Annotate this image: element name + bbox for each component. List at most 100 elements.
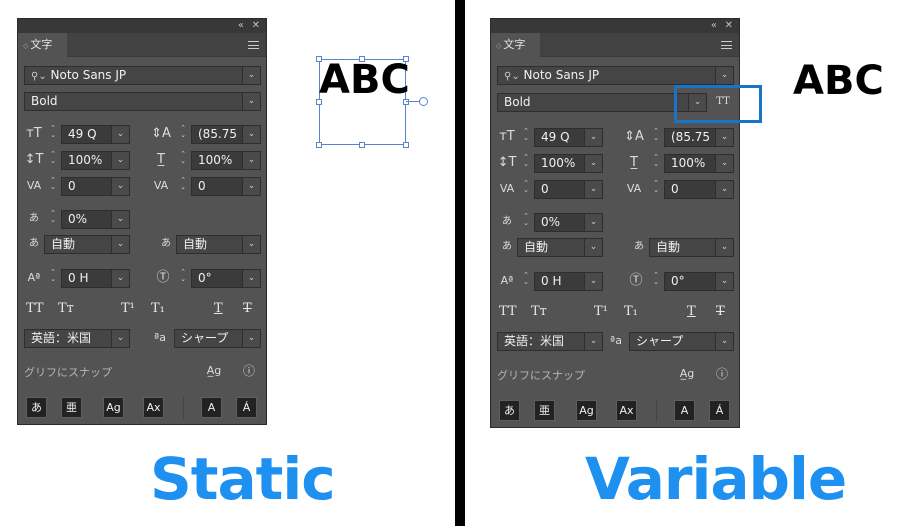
stepper-icon[interactable]: ⌃ ⌄ xyxy=(521,272,531,286)
font-family-field[interactable]: ⚲⌄ Noto Sans JP ⌄ xyxy=(497,66,734,85)
chevron-down-icon[interactable]: ⌄ xyxy=(242,270,260,287)
stepper-icon[interactable]: ⌃ ⌄ xyxy=(521,154,531,168)
chevron-down-icon[interactable]: ⌄ xyxy=(715,273,733,290)
chevron-down-icon[interactable]: ⌄ xyxy=(242,152,260,169)
rotation-handle[interactable] xyxy=(419,97,428,106)
leading-input[interactable]: (85.75 H ⌄ xyxy=(191,125,261,144)
character-glyph-button[interactable]: A xyxy=(674,400,695,421)
close-icon[interactable]: ✕ xyxy=(725,19,733,33)
stepper-icon[interactable]: ⌃ ⌄ xyxy=(178,151,188,165)
rotation-input[interactable]: 0° ⌄ xyxy=(664,272,734,291)
language-select[interactable]: 英語：米国 ⌄ xyxy=(497,332,603,351)
underline-button[interactable]: T xyxy=(687,304,696,319)
kerning-input[interactable]: 0 ⌄ xyxy=(61,177,130,196)
chevron-down-icon[interactable]: ⌄ xyxy=(111,270,129,287)
stepper-icon[interactable]: ⌃ ⌄ xyxy=(48,177,58,191)
chevron-down-icon[interactable]: ⌄ xyxy=(584,214,602,231)
chevron-down-icon[interactable]: ⌄ xyxy=(242,330,260,347)
glyph-snap-icon[interactable]: A̲g xyxy=(677,366,697,382)
proportional-metrics-button[interactable]: あ xyxy=(499,400,520,421)
stepper-icon[interactable]: ⌃ ⌄ xyxy=(178,125,188,139)
stepper-icon[interactable]: ⌃ ⌄ xyxy=(651,180,661,194)
baseline-shift-input[interactable]: 0 H ⌄ xyxy=(61,269,130,288)
tracking-input[interactable]: 0 ⌄ xyxy=(664,180,734,199)
collapse-icon[interactable]: « xyxy=(711,19,717,33)
chevron-down-icon[interactable]: ⌄ xyxy=(715,129,733,146)
stepper-icon[interactable]: ⌃ ⌄ xyxy=(651,154,661,168)
horizontal-scale-input[interactable]: 100% ⌄ xyxy=(191,151,261,170)
vertical-scale-input[interactable]: 100% ⌄ xyxy=(61,151,130,170)
aki-left-select[interactable]: 自動 ⌄ xyxy=(517,238,603,257)
stepper-icon[interactable]: ⌃ ⌄ xyxy=(48,125,58,139)
rotation-input[interactable]: 0° ⌄ xyxy=(191,269,261,288)
tsume-input[interactable]: 0% ⌄ xyxy=(61,210,130,229)
chevron-down-icon[interactable]: ⌄ xyxy=(242,126,260,143)
chevron-down-icon[interactable]: ⌄ xyxy=(584,239,602,256)
x-height-button[interactable]: Ax xyxy=(616,400,637,421)
font-size-input[interactable]: 49 Q ⌄ xyxy=(534,128,603,147)
proportional-metrics-button[interactable]: あ xyxy=(26,397,47,418)
chevron-down-icon[interactable]: ⌄ xyxy=(242,93,260,110)
vertical-scale-input[interactable]: 100% ⌄ xyxy=(534,154,603,173)
chevron-down-icon[interactable]: ⌄ xyxy=(584,155,602,172)
stepper-icon[interactable]: ⌃ ⌄ xyxy=(48,151,58,165)
strikethrough-button[interactable]: T xyxy=(716,304,725,319)
all-caps-button[interactable]: TT xyxy=(499,304,517,319)
chevron-down-icon[interactable]: ⌄ xyxy=(715,181,733,198)
small-caps-button[interactable]: Tᴛ xyxy=(58,301,74,316)
tracking-input[interactable]: 0 ⌄ xyxy=(191,177,261,196)
chevron-down-icon[interactable]: ⌄ xyxy=(242,178,260,195)
baseline-button[interactable]: Ag xyxy=(103,397,124,418)
chevron-down-icon[interactable]: ⌄ xyxy=(111,236,129,253)
aki-left-select[interactable]: 自動 ⌄ xyxy=(44,235,130,254)
superscript-button[interactable]: T¹ xyxy=(121,301,135,316)
kanji-button[interactable]: 亜 xyxy=(61,397,82,418)
panel-menu-icon[interactable] xyxy=(721,41,732,49)
chevron-down-icon[interactable]: ⌄ xyxy=(111,178,129,195)
x-height-button[interactable]: Ax xyxy=(143,397,164,418)
kanji-button[interactable]: 亜 xyxy=(534,400,555,421)
all-caps-button[interactable]: TT xyxy=(26,301,44,316)
stepper-icon[interactable]: ⌃ ⌄ xyxy=(521,128,531,142)
language-select[interactable]: 英語：米国 ⌄ xyxy=(24,329,130,348)
chevron-down-icon[interactable]: ⌄ xyxy=(242,236,260,253)
antialias-select[interactable]: シャープ ⌄ xyxy=(174,329,261,348)
chevron-down-icon[interactable]: ⌄ xyxy=(242,67,260,84)
character-glyph-button[interactable]: A xyxy=(201,397,222,418)
chevron-down-icon[interactable]: ⌄ xyxy=(111,211,129,228)
stepper-icon[interactable]: ⌃ ⌄ xyxy=(651,272,661,286)
glyph-snap-icon[interactable]: A̲g xyxy=(204,363,224,379)
close-icon[interactable]: ✕ xyxy=(252,19,260,33)
font-style-field[interactable]: Bold ⌄ xyxy=(24,92,261,111)
superscript-button[interactable]: T¹ xyxy=(594,304,608,319)
aki-right-select[interactable]: 自動 ⌄ xyxy=(649,238,734,257)
leading-input[interactable]: (85.75 H ⌄ xyxy=(664,128,734,147)
horizontal-scale-input[interactable]: 100% ⌄ xyxy=(664,154,734,173)
selection-handle[interactable] xyxy=(403,142,409,148)
aki-right-select[interactable]: 自動 ⌄ xyxy=(176,235,261,254)
collapse-icon[interactable]: « xyxy=(238,19,244,33)
stepper-icon[interactable]: ⌃ ⌄ xyxy=(48,210,58,224)
selection-handle[interactable] xyxy=(316,142,322,148)
panel-menu-icon[interactable] xyxy=(248,41,259,49)
stepper-icon[interactable]: ⌃ ⌄ xyxy=(651,128,661,142)
chevron-down-icon[interactable]: ⌄ xyxy=(111,330,129,347)
chevron-down-icon[interactable]: ⌄ xyxy=(584,181,602,198)
chevron-down-icon[interactable]: ⌄ xyxy=(111,152,129,169)
chevron-down-icon[interactable]: ⌄ xyxy=(111,126,129,143)
chevron-down-icon[interactable]: ⌄ xyxy=(715,67,733,84)
stepper-icon[interactable]: ⌃ ⌄ xyxy=(521,180,531,194)
baseline-shift-input[interactable]: 0 H ⌄ xyxy=(534,272,603,291)
chevron-down-icon[interactable]: ⌄ xyxy=(584,273,602,290)
chevron-down-icon[interactable]: ⌄ xyxy=(584,333,602,350)
antialias-select[interactable]: シャープ ⌄ xyxy=(629,332,734,351)
font-family-field[interactable]: ⚲⌄ Noto Sans JP ⌄ xyxy=(24,66,261,85)
stepper-icon[interactable]: ⌃ ⌄ xyxy=(48,269,58,283)
info-icon[interactable]: ⓘ xyxy=(713,366,731,382)
chevron-down-icon[interactable]: ⌄ xyxy=(715,155,733,172)
tab-character[interactable]: ◇ 文字 xyxy=(18,33,67,57)
baseline-button[interactable]: Ag xyxy=(576,400,597,421)
glyph-accent-button[interactable]: Á xyxy=(709,400,730,421)
font-size-input[interactable]: 49 Q ⌄ xyxy=(61,125,130,144)
subscript-button[interactable]: T₁ xyxy=(624,304,638,319)
